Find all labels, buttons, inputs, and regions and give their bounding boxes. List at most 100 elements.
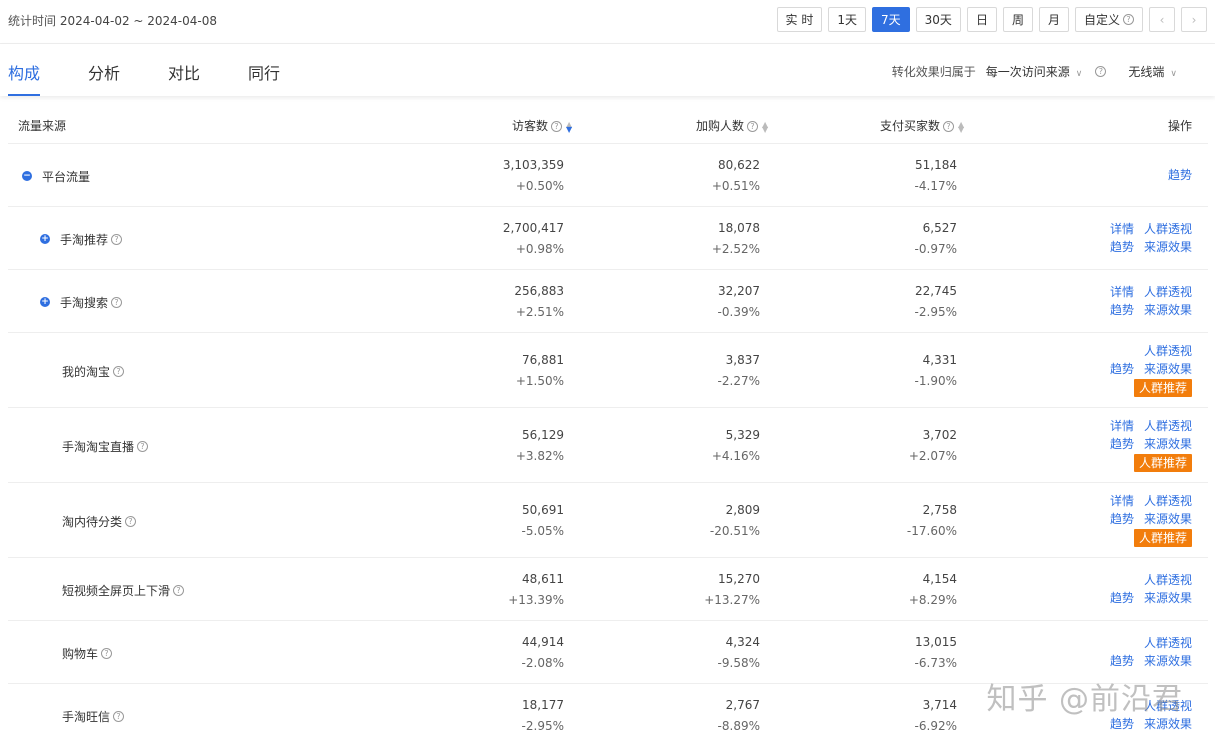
range-custom-button[interactable]: 自定义?: [1074, 7, 1143, 32]
cart-value: 32,207: [718, 283, 760, 298]
trend-link[interactable]: 趋势: [1110, 362, 1134, 376]
trend-link[interactable]: 趋势: [1110, 303, 1134, 317]
cart-change: -20.51%: [709, 523, 760, 538]
visitors-change: +0.98%: [515, 241, 564, 256]
trend-link[interactable]: 趋势: [1110, 654, 1134, 668]
help-icon[interactable]: ?: [137, 440, 149, 452]
visitors-change: -2.95%: [521, 718, 564, 733]
col-buyers-label: 支付买家数: [880, 119, 941, 133]
details-link[interactable]: 详情: [1110, 285, 1134, 299]
source-name: 手淘推荐: [60, 232, 109, 247]
col-cart[interactable]: 加购人数? ▲ ▼: [696, 117, 768, 134]
buyers-change: -6.92%: [914, 718, 957, 733]
col-visitors[interactable]: 访客数? ▲ ▼: [512, 117, 572, 134]
table-header: 流量来源 访客数? ▲ ▼ 加购人数? ▲ ▼ 支付买家数? ▲ ▼ 操作: [8, 104, 1208, 144]
source-effect-link[interactable]: 来源效果: [1144, 717, 1192, 731]
buyers-cell: 2,758 -17.60%: [807, 500, 957, 542]
range-custom-label: 自定义: [1083, 13, 1120, 27]
visitors-cell: 18,177 -2.95%: [414, 695, 564, 737]
cart-value: 80,622: [718, 157, 760, 172]
help-icon[interactable]: ?: [111, 233, 123, 245]
sort-icon: ▲ ▼: [958, 119, 965, 134]
details-link[interactable]: 详情: [1110, 419, 1134, 433]
table-row: − 平台流量 3,103,359 +0.50% 80,622 +0.51% 51,184 -4…: [8, 144, 1208, 207]
chevron-left-icon: ‹: [1159, 12, 1165, 27]
source-name-cell: + 手淘搜索?: [40, 294, 123, 311]
visitors-cell: 56,129 +3.82%: [414, 425, 564, 467]
visitors-value: 2,700,417: [502, 220, 564, 235]
audience-recommend-badge[interactable]: 人群推荐: [1133, 379, 1192, 397]
range-30day-button[interactable]: 30天: [915, 7, 961, 32]
audience-recommend-badge[interactable]: 人群推荐: [1133, 454, 1192, 472]
audience-recommend-badge[interactable]: 人群推荐: [1133, 529, 1192, 547]
help-icon[interactable]: ?: [113, 365, 125, 377]
help-icon[interactable]: ?: [101, 647, 113, 659]
buyers-change: -0.97%: [914, 241, 957, 256]
help-icon[interactable]: ?: [111, 296, 123, 308]
trend-link[interactable]: 趋势: [1110, 591, 1134, 605]
source-effect-link[interactable]: 来源效果: [1144, 654, 1192, 668]
range-7day-button[interactable]: 7天: [872, 7, 910, 32]
audience-insight-link[interactable]: 人群透视: [1144, 285, 1192, 299]
range-month-button[interactable]: 月: [1038, 7, 1069, 32]
audience-insight-link[interactable]: 人群透视: [1144, 344, 1192, 358]
cart-value: 4,324: [725, 634, 760, 649]
source-name: 我的淘宝: [62, 364, 111, 379]
source-effect-link[interactable]: 来源效果: [1144, 512, 1192, 526]
attribution-settings: 转化效果归属于 每一次访问来源 ∨ ? 无线端 ∨: [892, 63, 1177, 80]
details-link[interactable]: 详情: [1110, 222, 1134, 236]
trend-link[interactable]: 趋势: [1168, 168, 1192, 182]
range-week-button[interactable]: 周: [1002, 7, 1033, 32]
collapse-icon[interactable]: −: [22, 171, 32, 181]
row-actions: 人群透视 趋势 来源效果: [1100, 634, 1192, 670]
visitors-value: 18,177: [522, 697, 564, 712]
device-select[interactable]: 无线端 ∨: [1128, 63, 1177, 80]
expand-icon[interactable]: +: [40, 297, 50, 307]
help-icon[interactable]: ?: [1095, 66, 1107, 77]
cart-change: -8.89%: [717, 718, 760, 733]
visitors-value: 3,103,359: [502, 157, 564, 172]
cart-cell: 32,207 -0.39%: [610, 281, 760, 323]
source-effect-link[interactable]: 来源效果: [1144, 240, 1192, 254]
audience-insight-link[interactable]: 人群透视: [1144, 573, 1192, 587]
expand-icon[interactable]: +: [40, 234, 50, 244]
next-period-button[interactable]: ›: [1181, 7, 1207, 32]
attribution-select[interactable]: 每一次访问来源 ∨: [986, 63, 1083, 80]
help-icon[interactable]: ?: [125, 515, 137, 527]
tab-analysis[interactable]: 分析: [88, 44, 120, 96]
source-name: 手淘旺信: [62, 709, 111, 724]
source-effect-link[interactable]: 来源效果: [1144, 591, 1192, 605]
details-link[interactable]: 详情: [1110, 494, 1134, 508]
trend-link[interactable]: 趋势: [1110, 512, 1134, 526]
source-effect-link[interactable]: 来源效果: [1144, 303, 1192, 317]
range-realtime-button[interactable]: 实 时: [776, 7, 823, 32]
trend-link[interactable]: 趋势: [1110, 240, 1134, 254]
visitors-value: 50,691: [522, 502, 564, 517]
visitors-value: 48,611: [522, 571, 564, 586]
range-1day-button[interactable]: 1天: [828, 7, 867, 32]
buyers-value: 4,154: [922, 571, 957, 586]
visitors-value: 76,881: [522, 352, 564, 367]
source-effect-link[interactable]: 来源效果: [1144, 362, 1192, 376]
buyers-cell: 3,714 -6.92%: [807, 695, 957, 737]
cart-value: 3,837: [725, 352, 760, 367]
help-icon[interactable]: ?: [113, 710, 125, 722]
trend-link[interactable]: 趋势: [1110, 437, 1134, 451]
col-buyers[interactable]: 支付买家数? ▲ ▼: [880, 117, 964, 134]
tab-compare[interactable]: 对比: [168, 44, 200, 96]
help-icon[interactable]: ?: [173, 584, 185, 596]
audience-insight-link[interactable]: 人群透视: [1144, 494, 1192, 508]
buyers-cell: 4,331 -1.90%: [807, 350, 957, 392]
audience-insight-link[interactable]: 人群透视: [1144, 636, 1192, 650]
source-effect-link[interactable]: 来源效果: [1144, 437, 1192, 451]
col-visitors-label: 访客数: [512, 119, 549, 133]
source-name-cell: − 平台流量: [22, 168, 90, 185]
prev-period-button[interactable]: ‹: [1149, 7, 1175, 32]
tab-peers[interactable]: 同行: [248, 44, 280, 96]
tab-composition[interactable]: 构成: [8, 44, 41, 96]
audience-insight-link[interactable]: 人群透视: [1144, 419, 1192, 433]
trend-link[interactable]: 趋势: [1110, 717, 1134, 731]
range-day-button[interactable]: 日: [966, 7, 997, 32]
audience-insight-link[interactable]: 人群透视: [1144, 222, 1192, 236]
help-icon: ?: [551, 121, 563, 132]
